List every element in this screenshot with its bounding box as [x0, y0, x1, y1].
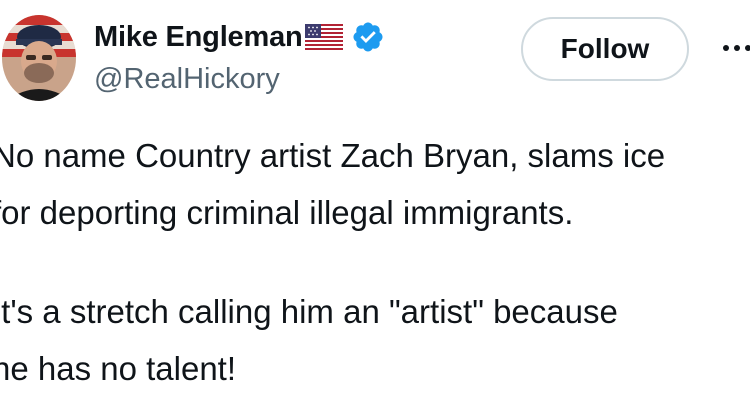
us-flag-icon [304, 24, 343, 50]
verified-badge-icon[interactable] [351, 20, 385, 54]
author-name-row: Mike Engleman [94, 19, 385, 55]
display-name[interactable]: Mike Engleman [94, 21, 303, 54]
follow-button[interactable]: Follow [521, 17, 689, 81]
tweet-card: Mike Engleman @RealHickory Follow No nam… [0, 0, 750, 400]
avatar-image [2, 15, 76, 101]
more-options-icon[interactable] [722, 40, 750, 56]
tweet-text-line: he has no talent! [0, 350, 237, 387]
tweet-text-line: It's a stretch calling him an "artist" b… [0, 293, 618, 330]
tweet-text-line: for deporting criminal illegal immigrant… [0, 194, 574, 231]
tweet-text-line: No name Country artist Zach Bryan, slams… [0, 137, 666, 174]
author-handle[interactable]: @RealHickory [94, 63, 280, 96]
avatar[interactable] [2, 15, 76, 101]
